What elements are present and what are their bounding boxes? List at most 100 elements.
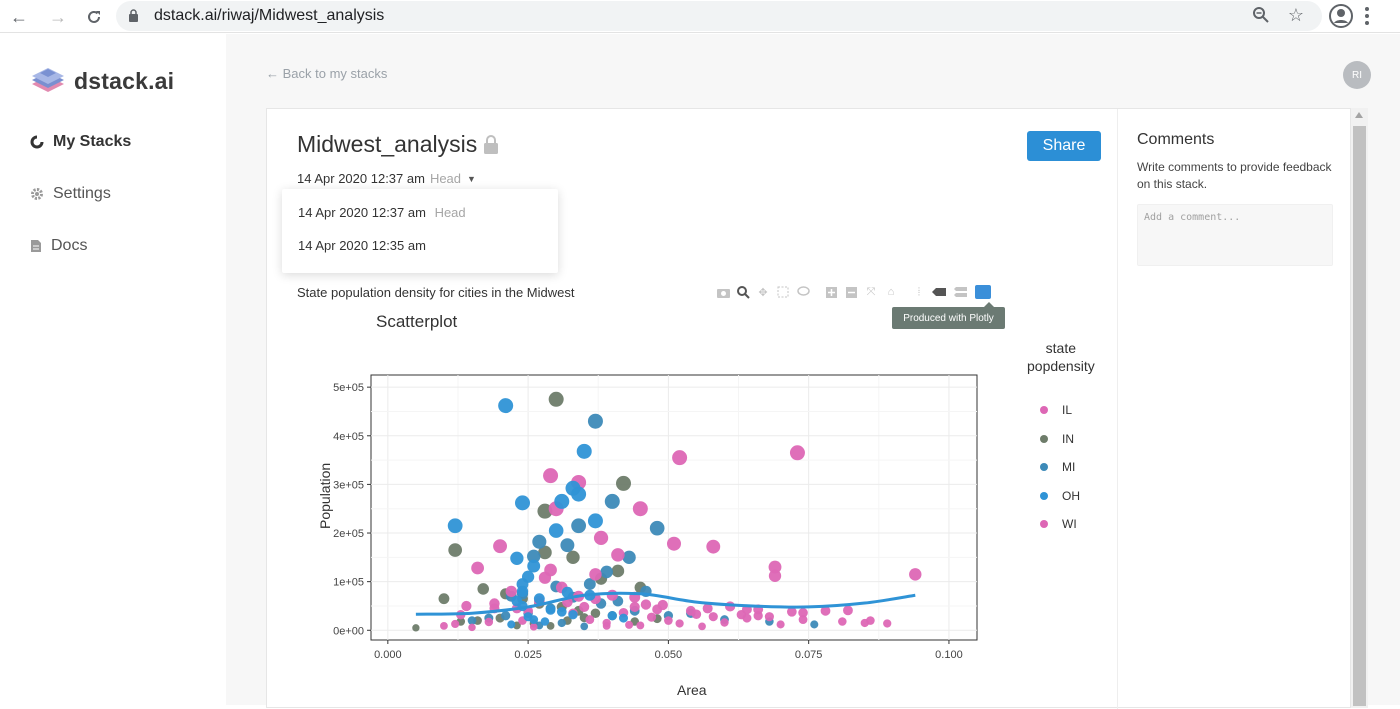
x-tick-label: 0.075	[795, 649, 823, 661]
scatter-point-il	[706, 539, 721, 554]
zoom-out-icon[interactable]	[841, 283, 861, 301]
scatter-point-il	[698, 622, 706, 631]
revision-date: 14 Apr 2020 12:37 am	[297, 171, 425, 186]
sidebar-item-label: Docs	[51, 237, 88, 254]
scatter-point-oh	[576, 443, 592, 459]
scatter-point-il	[493, 539, 508, 554]
scatter-point-in	[448, 543, 463, 557]
profile-icon[interactable]	[1329, 4, 1353, 33]
autoscale-icon[interactable]: ⤧	[861, 283, 881, 301]
legend-marker	[1040, 492, 1048, 500]
scatter-point-mi	[604, 493, 620, 509]
scatter-point-il	[666, 536, 682, 551]
pan-icon[interactable]: ✥	[753, 283, 773, 301]
scatter-point-oh	[587, 513, 603, 529]
scatter-point-mi	[560, 538, 575, 553]
brand-name: dstack.ai	[74, 67, 175, 94]
scatter-point-il	[543, 468, 559, 484]
legend-item-in[interactable]: IN	[1040, 432, 1074, 446]
chart-title: Scatterplot	[376, 312, 458, 331]
brand-logo[interactable]: dstack.ai	[30, 64, 174, 98]
spike-icon[interactable]: ⦙	[909, 283, 929, 301]
revision-option[interactable]: 14 Apr 2020 12:37 am Head	[298, 205, 466, 220]
hover-closest-icon[interactable]	[929, 283, 949, 301]
share-button[interactable]: Share	[1027, 131, 1101, 161]
scatter-point-wi	[461, 600, 472, 612]
sidebar-item-docs[interactable]: Docs	[30, 237, 87, 255]
scrollbar-thumb[interactable]	[1353, 126, 1366, 706]
scatter-point-il	[440, 621, 448, 630]
legend-marker	[1040, 435, 1048, 443]
zoom-in-icon[interactable]	[821, 283, 841, 301]
scatter-point-mi	[600, 565, 613, 579]
scatter-point-in	[438, 593, 450, 605]
camera-icon[interactable]	[713, 283, 733, 301]
address-bar[interactable]: dstack.ai/riwaj/Midwest_analysis ☆	[116, 1, 1322, 31]
reload-icon[interactable]	[81, 4, 107, 30]
scatter-point-il	[505, 585, 517, 598]
revision-dropdown: 14 Apr 2020 12:37 am Head 14 Apr 2020 12…	[282, 189, 558, 273]
legend-item-oh[interactable]: OH	[1040, 489, 1080, 503]
scatter-point-oh	[498, 398, 514, 414]
legend-label: IN	[1062, 432, 1074, 446]
sidebar: dstack.ai My Stacks Settings Docs	[0, 34, 226, 705]
avatar[interactable]: RI	[1343, 61, 1371, 89]
x-axis-label: Area	[677, 682, 707, 698]
legend-item-wi[interactable]: WI	[1040, 517, 1077, 531]
comments-panel: Comments Write comments to provide feedb…	[1117, 109, 1350, 709]
sidebar-item-settings[interactable]: Settings	[30, 185, 111, 203]
box-select-icon[interactable]	[773, 283, 793, 301]
x-tick-label: 0.100	[935, 649, 963, 661]
scatter-point-il	[789, 445, 805, 461]
scatter-point-oh	[619, 613, 628, 623]
scatter-point-in	[566, 550, 580, 565]
revision-selector[interactable]: 14 Apr 2020 12:37 am Head ▼	[297, 171, 476, 186]
y-tick-label: 4e+05	[333, 431, 364, 443]
scatter-plot[interactable]: 0.000 0.025 0.050 0.075 0.100 0e+00 1e+05 2e+05…	[307, 359, 1027, 679]
scatter-point-il	[471, 561, 485, 575]
reset-icon[interactable]: ⌂	[881, 283, 901, 301]
revision-option-date: 14 Apr 2020 12:37 am	[298, 205, 426, 220]
scatter-point-il	[672, 450, 688, 466]
zoom-icon[interactable]	[733, 283, 753, 301]
y-tick-label: 1e+05	[333, 577, 364, 589]
scatter-point-il	[883, 619, 892, 628]
sidebar-item-my-stacks[interactable]: My Stacks	[30, 133, 131, 151]
scatter-point-wi	[636, 621, 645, 630]
scatter-point-mi	[532, 534, 547, 549]
back-to-stacks-link[interactable]: ← Back to my stacks	[266, 66, 387, 81]
scatter-point-oh	[527, 559, 541, 573]
url-text: dstack.ai/riwaj/Midwest_analysis	[154, 7, 385, 24]
scrollbar[interactable]	[1351, 108, 1368, 708]
lock-icon	[483, 135, 499, 159]
scatter-point-il	[585, 615, 595, 624]
revision-option[interactable]: 14 Apr 2020 12:35 am	[298, 238, 426, 253]
scatter-point-oh	[545, 604, 556, 615]
bookmark-star-icon[interactable]: ☆	[1288, 5, 1304, 26]
scatter-point-il	[484, 617, 494, 627]
sidebar-item-label: Settings	[53, 185, 111, 202]
y-tick-label: 2e+05	[333, 528, 364, 540]
zoom-icon[interactable]	[1252, 6, 1270, 29]
scatter-point-in	[616, 475, 631, 491]
back-arrow-icon[interactable]: ←	[6, 4, 32, 30]
forward-arrow-icon[interactable]: →	[45, 4, 71, 30]
scatter-point-il	[579, 601, 590, 613]
plotly-logo-icon[interactable]	[975, 285, 991, 299]
scatter-point-oh	[540, 617, 550, 626]
scatter-point-mi	[467, 616, 477, 625]
y-tick-label: 5e+05	[333, 382, 364, 394]
legend-item-il[interactable]: IL	[1040, 403, 1072, 417]
x-tick-label: 0.050	[655, 649, 683, 661]
legend-label: MI	[1062, 460, 1076, 474]
scroll-up-icon[interactable]	[1355, 112, 1363, 118]
browser-menu-icon[interactable]	[1365, 5, 1371, 28]
comment-input[interactable]: Add a comment...	[1137, 204, 1333, 266]
scatter-point-il	[611, 548, 625, 562]
y-tick-label: 3e+05	[333, 479, 364, 491]
legend-item-mi[interactable]: MI	[1040, 460, 1075, 474]
stack-card: Midwest_analysis 14 Apr 2020 12:37 am He…	[266, 108, 1351, 709]
lasso-icon[interactable]	[793, 283, 813, 301]
hover-compare-icon[interactable]	[949, 283, 969, 301]
scatter-point-il	[593, 530, 609, 546]
